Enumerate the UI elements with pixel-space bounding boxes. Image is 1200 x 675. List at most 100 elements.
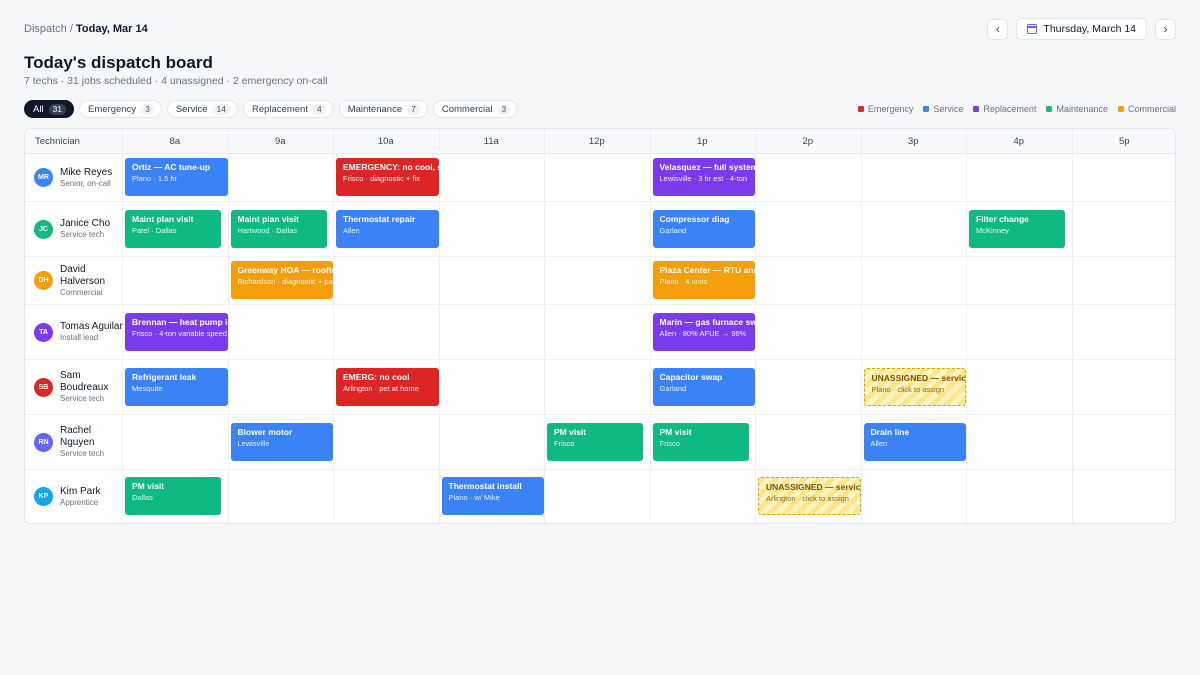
job-details: Frisco · 4-ton variable speed bbox=[132, 328, 228, 338]
job-card-maintenance[interactable]: Maint plan visit Patel · Dallas bbox=[125, 209, 222, 248]
job-card-service[interactable]: Thermostat install Plano · w/ Mike bbox=[441, 477, 544, 515]
next-day-button[interactable]: › bbox=[1155, 18, 1176, 40]
job-details: Patel · Dallas bbox=[132, 225, 177, 235]
job-card-commercial[interactable]: Plaza Center — RTU annual Plano · 4 units bbox=[652, 261, 755, 299]
technician-info: Mike Reyes Senior, on-call bbox=[60, 167, 112, 189]
job-details: Plano · 1.5 hr bbox=[132, 174, 178, 183]
avatar: RN bbox=[34, 432, 53, 452]
hour-header-9a: 9a bbox=[274, 136, 286, 147]
calendar-icon bbox=[1027, 24, 1038, 34]
chevron-left-icon: ‹ bbox=[995, 22, 1000, 36]
job-card-service[interactable]: Blower motor Lewisville bbox=[230, 422, 333, 461]
technician-cell[interactable]: JC Janice Cho Service tech bbox=[34, 202, 124, 256]
filter-chip-replacement[interactable]: Replacement 4 bbox=[242, 100, 334, 118]
filter-chip-maintenance[interactable]: Maintenance 7 bbox=[338, 100, 428, 118]
job-details: Lewisville bbox=[237, 438, 270, 448]
job-card-commercial[interactable]: Greenway HOA — rooftop Richardson · diagn… bbox=[230, 261, 334, 299]
job-details: McKinney bbox=[976, 225, 1009, 235]
job-title: PM visit bbox=[132, 481, 165, 491]
job-title: PM visit bbox=[554, 426, 587, 437]
technician-name: David Halverson bbox=[60, 263, 106, 287]
job-details: Allen bbox=[870, 438, 888, 448]
filter-chip-all[interactable]: All 31 bbox=[24, 100, 75, 118]
hour-header-2p: 2p bbox=[802, 136, 814, 147]
job-card-maintenance[interactable]: PM visit Dallas bbox=[125, 477, 222, 515]
hour-header-1p: 1p bbox=[696, 136, 708, 147]
filter-chip-emergency[interactable]: Emergency 3 bbox=[79, 100, 162, 118]
dispatch-board: Technician 8a 9a 10a 11a 12p 1p 2p 3p 4p 5p MR Mik… bbox=[24, 128, 1176, 524]
job-card-replacement[interactable]: Brennan — heat pump installFrisco · 4-to… bbox=[125, 312, 228, 351]
avatar: DH bbox=[34, 271, 53, 290]
filter-chip-label: Service bbox=[175, 103, 208, 115]
job-title: Refrigerant leak bbox=[132, 371, 197, 382]
technician-cell[interactable]: TA Tomas Aguilar Install lead bbox=[34, 305, 124, 359]
legend-swatch bbox=[923, 106, 930, 112]
date-navigation: ‹ Thursday, March 14 › bbox=[987, 18, 1176, 40]
technician-cell[interactable]: SB Sam Boudreaux Service tech bbox=[34, 360, 124, 414]
technician-cell[interactable]: MR Mike Reyes Senior, on-call bbox=[34, 154, 124, 201]
technician-role: Install lead bbox=[60, 333, 99, 342]
job-card-replacement[interactable]: Marin — gas furnace swapAllen · 80% AFUE… bbox=[652, 312, 755, 351]
hour-header-3p: 3p bbox=[907, 136, 919, 147]
technician-cell[interactable]: DH David Halverson Commercial bbox=[34, 257, 124, 304]
filter-chip-count: 14 bbox=[212, 103, 230, 115]
job-title: Compressor diag bbox=[659, 213, 730, 224]
technician-cell[interactable]: KP Kim Park Apprentice bbox=[34, 470, 124, 523]
prev-day-button[interactable]: ‹ bbox=[987, 18, 1009, 40]
technician-role: Service tech bbox=[60, 230, 105, 239]
job-card-emergency[interactable]: EMERGENCY: no cool, senior Frisco · diagn… bbox=[336, 158, 439, 196]
job-card-service[interactable]: Capacitor swap Garland bbox=[652, 367, 755, 406]
job-title: PM visit bbox=[659, 426, 692, 437]
unassigned-job-card[interactable]: UNASSIGNED — service Plano · click to ass… bbox=[863, 367, 966, 406]
technician-row: SB Sam Boudreaux Service tech Refrigerant l… bbox=[25, 360, 1175, 415]
technician-role: Commercial bbox=[60, 287, 103, 297]
filter-chip-label: Commercial bbox=[441, 103, 493, 115]
avatar: JC bbox=[34, 219, 53, 239]
job-details: Arlington · click to assign bbox=[766, 494, 849, 503]
filter-chip-count: 7 bbox=[407, 103, 420, 115]
filter-chips: All 31 Emergency 3 Service 14 Replacement 4 Main… bbox=[24, 100, 519, 118]
job-card-maintenance[interactable]: Maint plan visit Hartwood · Dallas bbox=[230, 209, 327, 248]
job-title: Ortiz — AC tune-up bbox=[132, 162, 211, 172]
board-header: Technician 8a 9a 10a 11a 12p 1p 2p 3p 4p 5p bbox=[25, 129, 1175, 154]
job-title: Greenway HOA — rooftop bbox=[237, 265, 334, 275]
job-card-service[interactable]: Refrigerant leak Mesquite bbox=[125, 367, 228, 406]
legend-item-maintenance: Maintenance bbox=[1046, 104, 1108, 114]
job-card-replacement[interactable]: Velasquez — full system Lewisville · 3 hr… bbox=[652, 158, 756, 196]
avatar: SB bbox=[34, 377, 53, 397]
job-card-service[interactable]: Thermostat repair Allen bbox=[336, 209, 439, 248]
unassigned-job-card[interactable]: UNASSIGNED — service Arlington · click to… bbox=[758, 477, 861, 515]
job-card-service[interactable]: Drain line Allen bbox=[863, 422, 966, 461]
technician-info: Kim Park Apprentice bbox=[60, 486, 101, 508]
legend-swatch bbox=[857, 106, 864, 112]
date-label: Thursday, March 14 bbox=[1043, 23, 1136, 35]
filter-chip-service[interactable]: Service 14 bbox=[166, 100, 238, 118]
job-card-service[interactable]: Compressor diag Garland bbox=[652, 209, 755, 248]
job-title: Thermostat install bbox=[448, 481, 522, 491]
hour-header-4p: 4p bbox=[1013, 136, 1025, 147]
filter-chip-commercial[interactable]: Commercial 3 bbox=[432, 100, 519, 118]
filter-chip-label: Emergency bbox=[88, 103, 137, 115]
breadcrumb-root[interactable]: Dispatch bbox=[24, 23, 67, 35]
job-card-maintenance[interactable]: Filter change McKinney bbox=[969, 209, 1066, 248]
technician-name: Kim Park bbox=[60, 485, 101, 497]
legend: Emergency Service Replacement Maintenance Co… bbox=[857, 104, 1176, 114]
technician-role: Senior, on-call bbox=[60, 178, 111, 188]
job-card-maintenance[interactable]: PM visit Frisco bbox=[547, 422, 644, 461]
job-card-emergency[interactable]: EMERG: no cool Arlington · pet at home bbox=[336, 367, 439, 406]
job-title: Thermostat repair bbox=[343, 213, 416, 224]
avatar: KP bbox=[34, 487, 53, 506]
technician-role: Service tech bbox=[60, 449, 105, 458]
date-picker-button[interactable]: Thursday, March 14 bbox=[1016, 18, 1147, 40]
technician-name: Sam Boudreaux bbox=[60, 370, 109, 393]
job-card-service[interactable]: Ortiz — AC tune-up Plano · 1.5 hr bbox=[125, 158, 228, 196]
job-details: Frisco · diagnostic + fix bbox=[343, 174, 420, 183]
job-title: UNASSIGNED — service bbox=[871, 372, 966, 383]
technician-name: Janice Cho bbox=[60, 218, 111, 229]
technician-cell[interactable]: RN Rachel Nguyen Service tech bbox=[34, 415, 124, 469]
job-title: Velasquez — full system bbox=[659, 162, 756, 172]
filter-chip-count: 3 bbox=[497, 103, 511, 115]
technician-row: TA Tomas Aguilar Install lead Brennan — hea… bbox=[25, 305, 1175, 360]
job-card-maintenance[interactable]: PM visit Frisco bbox=[652, 422, 749, 461]
filter-chip-label: Maintenance bbox=[347, 103, 403, 115]
